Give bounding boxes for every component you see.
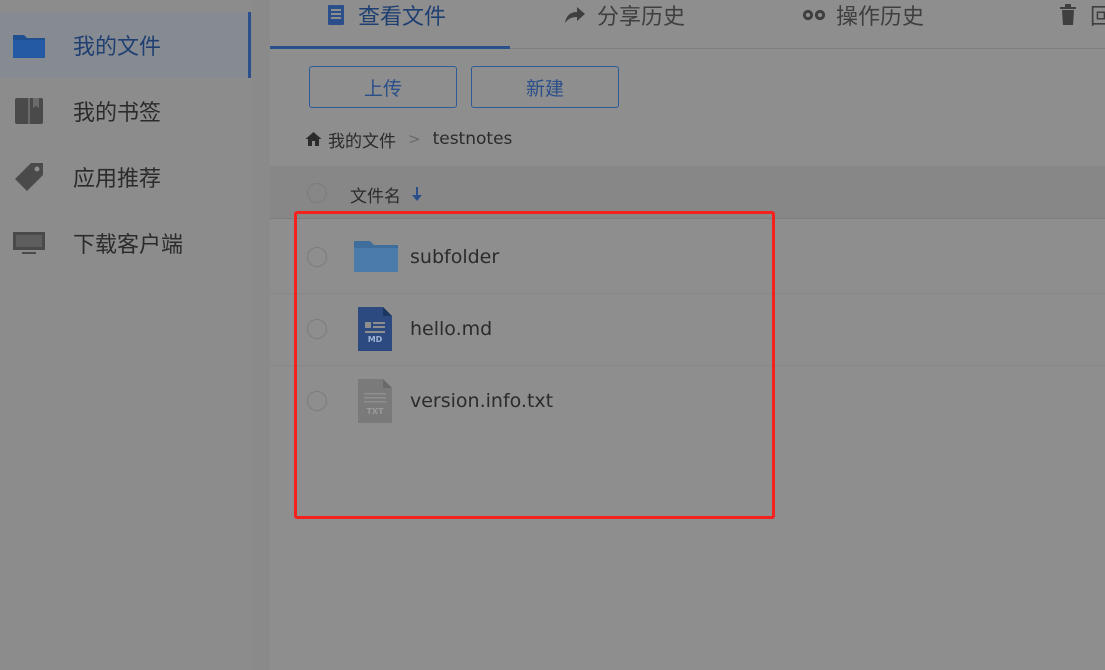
main-panel: 查看文件 分享历史 操作历史 回 上传 新建 我的文件 > testnotes … [270,0,1105,670]
file-row[interactable]: TXT version.info.txt [270,365,1105,437]
monitor-icon [12,228,46,258]
row-checkbox[interactable] [307,247,327,267]
sidebar-item-label: 下载客户端 [73,233,184,258]
file-name[interactable]: subfolder [410,246,499,268]
breadcrumb-current: testnotes [432,129,513,149]
file-type-badge: MD [367,335,383,344]
file-list-header: 文件名 [270,166,1105,219]
new-button[interactable]: 新建 [471,66,619,108]
sidebar-item-bookmarks[interactable]: 我的书签 [0,78,252,144]
file-name[interactable]: hello.md [410,318,492,340]
folder-icon [12,30,46,60]
sidebar-item-download-client[interactable]: 下载客户端 [0,210,252,276]
sidebar-item-apps[interactable]: 应用推荐 [0,144,252,210]
sidebar: 我的文件 我的书签 应用推荐 下载客户端 [0,0,252,670]
book-icon [12,96,46,126]
file-row[interactable]: MD hello.md [270,293,1105,366]
row-checkbox[interactable] [307,319,327,339]
tab-operation-history[interactable]: 操作历史 [802,0,924,30]
breadcrumb-root[interactable]: 我的文件 [328,127,396,152]
tab-bar: 查看文件 分享历史 操作历史 回 [270,0,1105,49]
folder-icon [354,238,398,278]
home-icon[interactable] [305,131,322,147]
tab-label: 操作历史 [836,5,925,30]
select-all-checkbox[interactable] [307,183,327,203]
sidebar-item-my-files[interactable]: 我的文件 [0,12,252,78]
tab-recycle-bin[interactable]: 回 [1056,0,1105,30]
sidebar-divider [252,0,270,670]
trash-icon [1056,4,1080,26]
active-tab-underline [270,46,510,49]
sidebar-item-label: 我的文件 [73,35,162,60]
file-type-badge: TXT [366,407,384,416]
breadcrumb-separator: > [408,130,421,148]
column-header-filename[interactable]: 文件名 [350,182,401,207]
upload-button[interactable]: 上传 [309,66,457,108]
sidebar-item-label: 我的书签 [73,101,162,126]
sidebar-item-label: 应用推荐 [73,167,162,192]
tab-label: 回 [1090,5,1105,30]
document-icon [324,4,348,26]
history-icon [802,4,826,26]
tab-label: 分享历史 [597,5,686,30]
tab-label: 查看文件 [358,5,447,30]
file-row[interactable]: subfolder [270,221,1105,294]
active-indicator [248,12,251,78]
app-window: 我的文件 我的书签 应用推荐 下载客户端 查看文件 分享历史 操作历史 回 上传… [0,0,1105,670]
file-name[interactable]: version.info.txt [410,390,553,412]
text-file-icon: TXT [358,379,392,427]
tab-share-history[interactable]: 分享历史 [563,0,685,30]
breadcrumb: 我的文件 > testnotes [305,126,512,152]
markdown-file-icon: MD [358,307,392,355]
tag-icon [12,162,46,192]
sort-down-arrow-icon[interactable] [412,186,422,205]
row-checkbox[interactable] [307,391,327,411]
tab-view-files[interactable]: 查看文件 [324,0,446,30]
share-arrow-icon [563,4,587,26]
